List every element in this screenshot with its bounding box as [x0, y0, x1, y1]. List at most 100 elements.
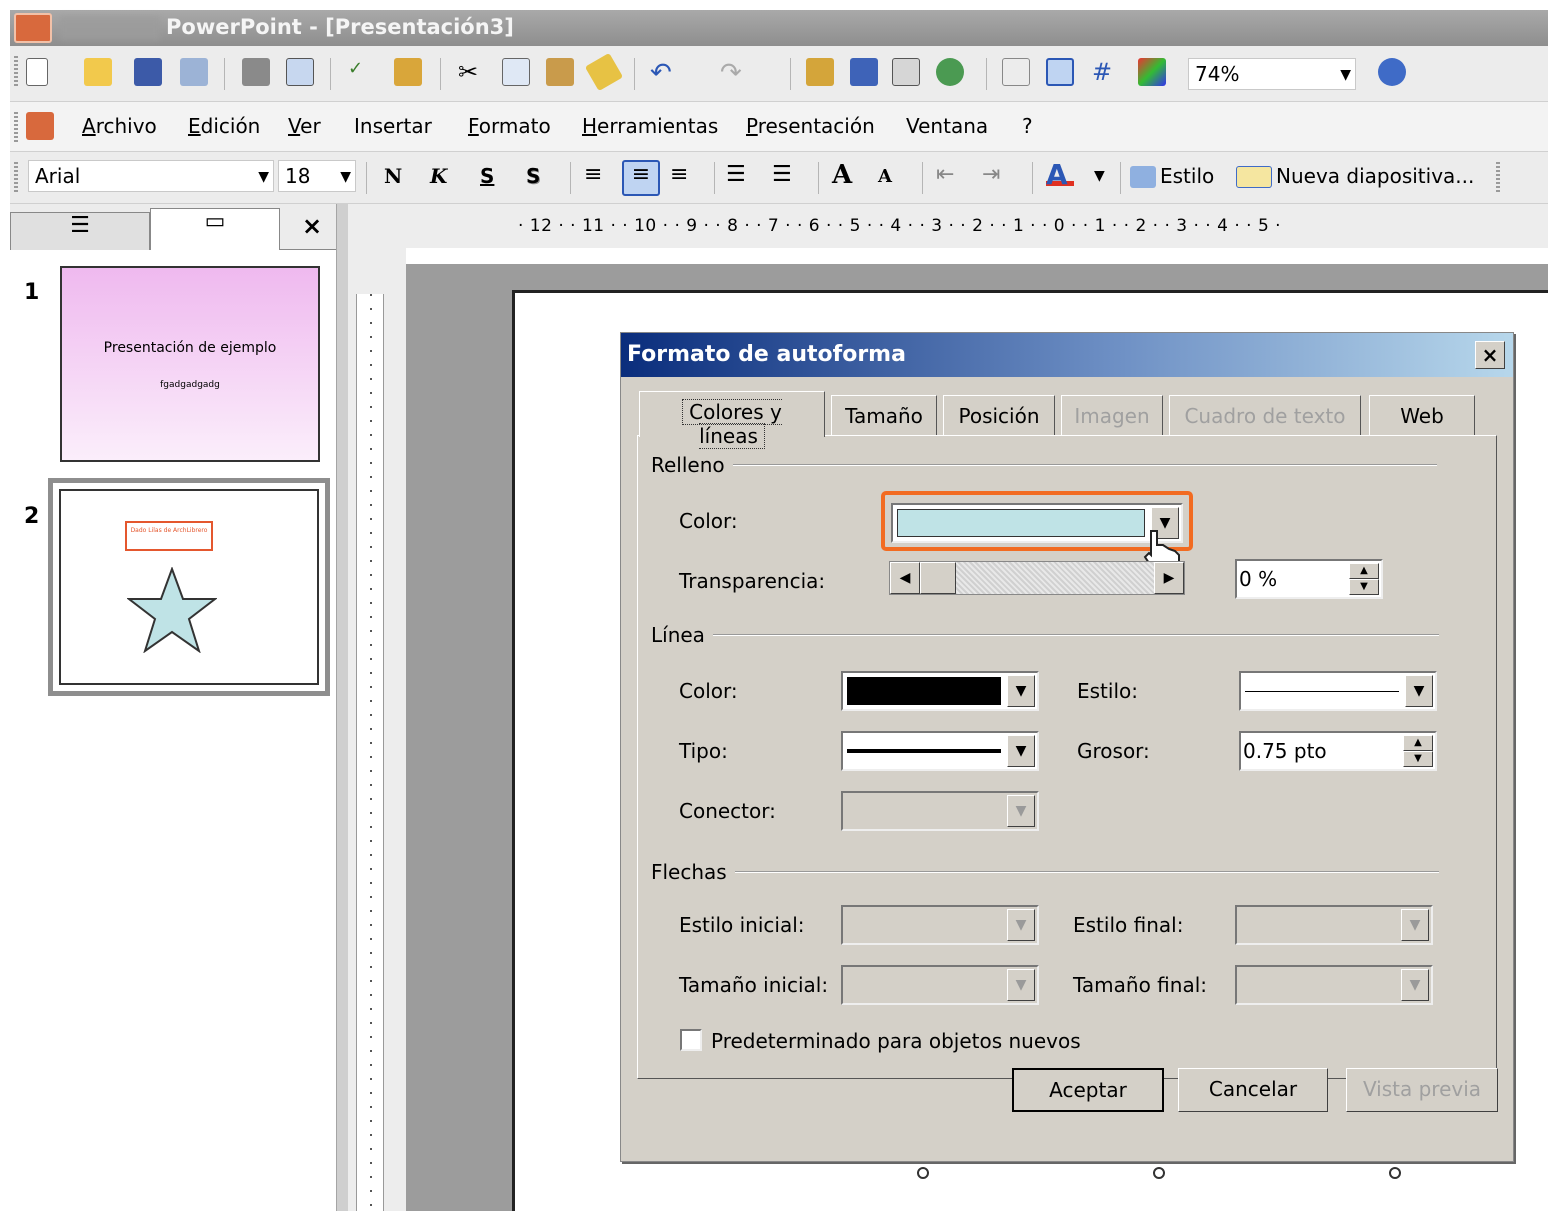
decrease-indent-icon[interactable]: ⇤ — [936, 162, 964, 190]
transparency-slider[interactable]: ◀ ▶ — [889, 561, 1185, 595]
new-slide-button[interactable]: Nueva diapositiva... — [1276, 164, 1474, 188]
hyperlink-icon[interactable] — [936, 58, 964, 86]
increase-font-icon[interactable]: A — [832, 160, 860, 190]
chart-icon[interactable] — [806, 58, 834, 86]
toolbar-end-grip[interactable] — [1496, 162, 1500, 194]
slider-thumb[interactable] — [920, 562, 956, 594]
slide-thumbnail-1[interactable]: Presentación de ejemplo fgadgadgadg — [60, 266, 320, 462]
design-button[interactable]: Estilo — [1160, 164, 1214, 188]
cancel-button[interactable]: Cancelar — [1178, 1068, 1328, 1112]
transparency-spinner[interactable]: ▲ ▼ — [1349, 563, 1379, 595]
spin-up-icon[interactable]: ▲ — [1349, 563, 1379, 579]
line-type-select[interactable]: ▼ — [841, 731, 1039, 771]
slide-thumbnail-2[interactable]: Dado Lilas de ArchLibrero — [59, 489, 319, 685]
menu-edicion[interactable]: Edición — [188, 114, 260, 138]
bold-button[interactable]: N — [384, 164, 402, 188]
decrease-font-icon[interactable]: A — [878, 166, 906, 194]
toolbar-grip[interactable] — [14, 162, 18, 194]
line-weight-input[interactable]: 0.75 pto ▲ ▼ — [1239, 731, 1437, 771]
chevron-down-icon[interactable]: ▼ — [1405, 675, 1433, 707]
paste-icon[interactable] — [546, 58, 574, 86]
font-size-select[interactable]: 18 ▼ — [278, 160, 356, 192]
resize-handle[interactable] — [917, 1167, 929, 1179]
shadow-button[interactable]: S — [526, 164, 540, 188]
close-icon[interactable]: × — [302, 212, 322, 240]
permission-icon[interactable] — [180, 58, 208, 86]
new-icon[interactable] — [26, 58, 48, 86]
color-icon[interactable] — [1138, 58, 1166, 86]
font-select[interactable]: Arial ▼ — [28, 160, 274, 192]
expand-icon[interactable] — [1002, 58, 1030, 86]
dialog-close-button[interactable]: × — [1475, 341, 1505, 369]
tab-posicion[interactable]: Posición — [943, 395, 1055, 435]
powerpoint-app-icon[interactable] — [14, 13, 52, 43]
research-icon[interactable] — [394, 58, 422, 86]
print-icon[interactable] — [242, 58, 270, 86]
line-color-select[interactable]: ▼ — [841, 671, 1039, 711]
default-checkbox[interactable] — [680, 1029, 702, 1051]
line-style-select[interactable]: ▼ — [1239, 671, 1437, 711]
cut-icon[interactable]: ✂ — [458, 58, 486, 86]
new-slide-icon[interactable] — [1236, 166, 1272, 188]
tab-slides[interactable]: ▭ — [150, 208, 280, 250]
spin-down-icon[interactable]: ▼ — [1349, 579, 1379, 595]
bulleted-list-icon[interactable]: ☰ — [772, 162, 800, 190]
grayscale-icon[interactable] — [1046, 58, 1074, 86]
grid-icon[interactable]: # — [1092, 58, 1120, 86]
menu-help[interactable]: ? — [1022, 114, 1033, 138]
save-icon[interactable] — [134, 58, 162, 86]
menubar-grip[interactable] — [14, 112, 18, 144]
chevron-right-icon[interactable]: ▶ — [1154, 562, 1184, 594]
tab-colores-lineas[interactable]: Colores y líneas — [639, 391, 825, 449]
print-preview-icon[interactable] — [286, 58, 314, 86]
format-painter-icon[interactable] — [584, 52, 624, 92]
numbered-list-icon[interactable]: ☰ — [726, 162, 754, 190]
underline-button[interactable]: S — [480, 164, 494, 188]
transparency-input[interactable]: 0 % ▲ ▼ — [1235, 559, 1383, 599]
spin-down-icon[interactable]: ▼ — [1403, 751, 1433, 767]
menu-ventana[interactable]: Ventana — [906, 114, 988, 138]
menu-presentacion[interactable]: Presentación — [746, 114, 875, 138]
chevron-left-icon[interactable]: ◀ — [890, 562, 920, 594]
panel-splitter[interactable] — [336, 204, 348, 1211]
undo-icon[interactable]: ↶ — [650, 58, 678, 88]
menu-herramientas[interactable]: Herramientas — [582, 114, 718, 138]
default-checkbox-label[interactable]: Predeterminado para objetos nuevos — [711, 1029, 1081, 1053]
resize-handle[interactable] — [1153, 1167, 1165, 1179]
italic-button[interactable]: K — [430, 164, 447, 188]
menu-insertar[interactable]: Insertar — [354, 114, 432, 138]
chevron-down-icon[interactable]: ▼ — [1340, 67, 1351, 83]
chevron-down-icon[interactable]: ▼ — [1094, 168, 1105, 184]
design-icon[interactable] — [1130, 166, 1156, 188]
spin-up-icon[interactable]: ▲ — [1403, 735, 1433, 751]
align-center-icon[interactable]: ≡ — [622, 160, 660, 196]
open-icon[interactable] — [84, 58, 112, 86]
accept-button[interactable]: Aceptar — [1012, 1068, 1164, 1112]
menu-archivo[interactable]: Archivo — [82, 114, 157, 138]
chevron-down-icon[interactable]: ▼ — [1007, 675, 1035, 707]
tab-web[interactable]: Web — [1369, 395, 1475, 435]
toolbar-grip[interactable] — [14, 56, 18, 88]
chevron-down-icon[interactable]: ▼ — [1007, 735, 1035, 767]
zoom-select[interactable]: 74% ▼ — [1188, 58, 1356, 90]
copy-icon[interactable] — [502, 58, 530, 86]
table-icon[interactable] — [850, 58, 878, 86]
slide-thumbnail-2-selection[interactable]: Dado Lilas de ArchLibrero — [48, 478, 330, 696]
spelling-icon[interactable]: ✓ — [348, 58, 376, 86]
help-icon[interactable] — [1378, 58, 1406, 86]
chevron-down-icon[interactable]: ▼ — [258, 169, 269, 185]
chevron-down-icon[interactable]: ▼ — [340, 169, 351, 185]
increase-indent-icon[interactable]: ⇥ — [982, 162, 1010, 190]
document-icon[interactable] — [26, 112, 54, 140]
tab-tamano[interactable]: Tamaño — [831, 395, 937, 435]
redo-icon[interactable]: ↷ — [720, 58, 748, 88]
menu-formato[interactable]: Formato — [468, 114, 551, 138]
tables-borders-icon[interactable] — [892, 58, 920, 86]
align-right-icon[interactable]: ≡ — [670, 162, 698, 190]
font-color-icon[interactable]: A — [1046, 158, 1074, 191]
menu-ver[interactable]: Ver — [288, 114, 321, 138]
tab-outline[interactable]: ☰ — [10, 212, 150, 250]
resize-handle[interactable] — [1389, 1167, 1401, 1179]
line-weight-spinner[interactable]: ▲ ▼ — [1403, 735, 1433, 767]
align-left-icon[interactable]: ≡ — [584, 162, 612, 190]
